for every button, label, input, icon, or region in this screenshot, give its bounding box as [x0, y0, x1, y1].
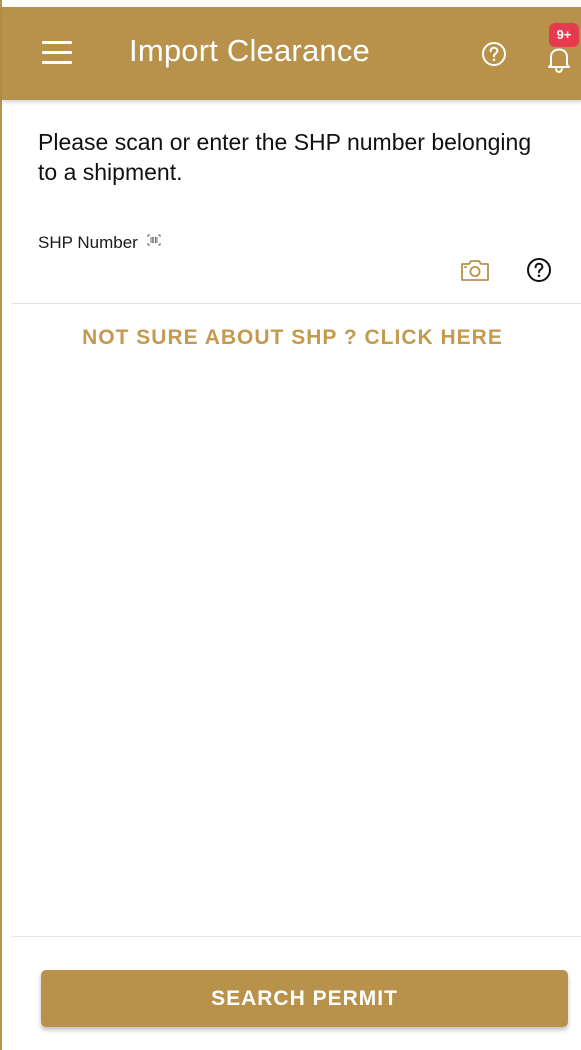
camera-icon[interactable] [459, 257, 491, 283]
not-sure-shp-link[interactable]: NOT SURE ABOUT SHP ? CLICK HERE [2, 326, 581, 350]
barcode-icon [147, 231, 161, 251]
footer-divider [12, 936, 581, 937]
import-clearance-screen: Import Clearance 9+ Please scan or enter… [0, 0, 581, 1050]
app-bar: Import Clearance [2, 7, 581, 100]
notification-badge: 9+ [549, 23, 579, 47]
shp-number-input[interactable] [38, 256, 442, 294]
shp-help-icon[interactable] [525, 256, 553, 284]
page-title: Import Clearance [129, 33, 370, 68]
field-divider [12, 303, 581, 304]
search-permit-button[interactable]: SEARCH PERMIT [41, 970, 568, 1027]
shp-number-label-text: SHP Number [38, 233, 138, 252]
question-circle-icon[interactable] [481, 41, 507, 67]
instruction-text: Please scan or enter the SHP number belo… [38, 129, 532, 185]
hamburger-menu-icon[interactable] [42, 41, 72, 65]
shp-number-label: SHP Number [38, 233, 161, 253]
status-strip [2, 0, 581, 7]
